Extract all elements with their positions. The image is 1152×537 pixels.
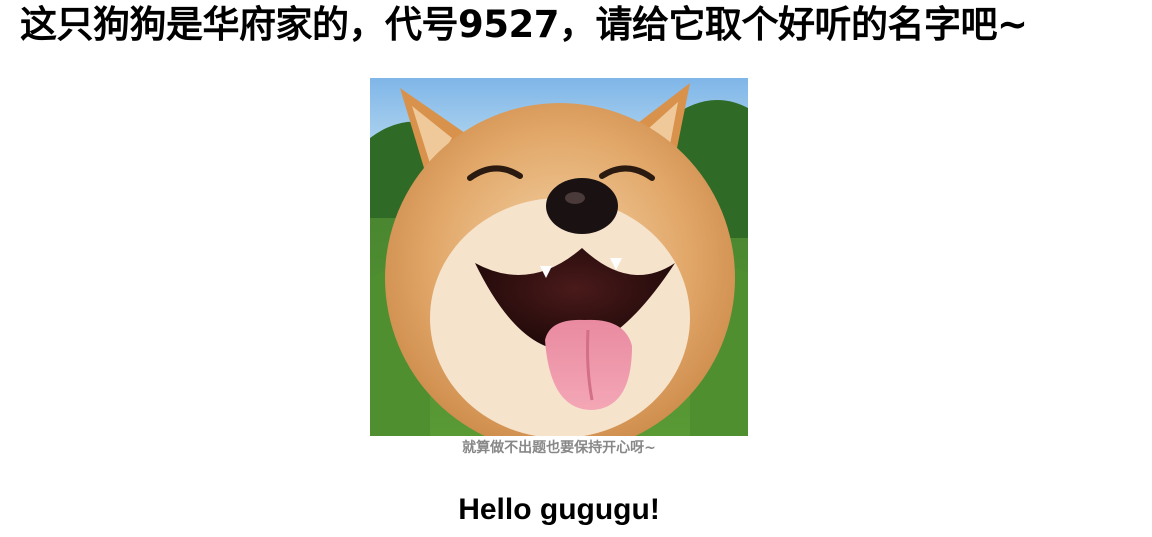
dog-photo [370, 78, 748, 436]
page-title: 这只狗狗是华府家的，代号9527，请给它取个好听的名字吧~ [20, 3, 1028, 46]
greeting-text: Hello gugugu! [458, 493, 660, 526]
photo-caption: 就算做不出题也要保持开心呀~ [462, 440, 656, 456]
